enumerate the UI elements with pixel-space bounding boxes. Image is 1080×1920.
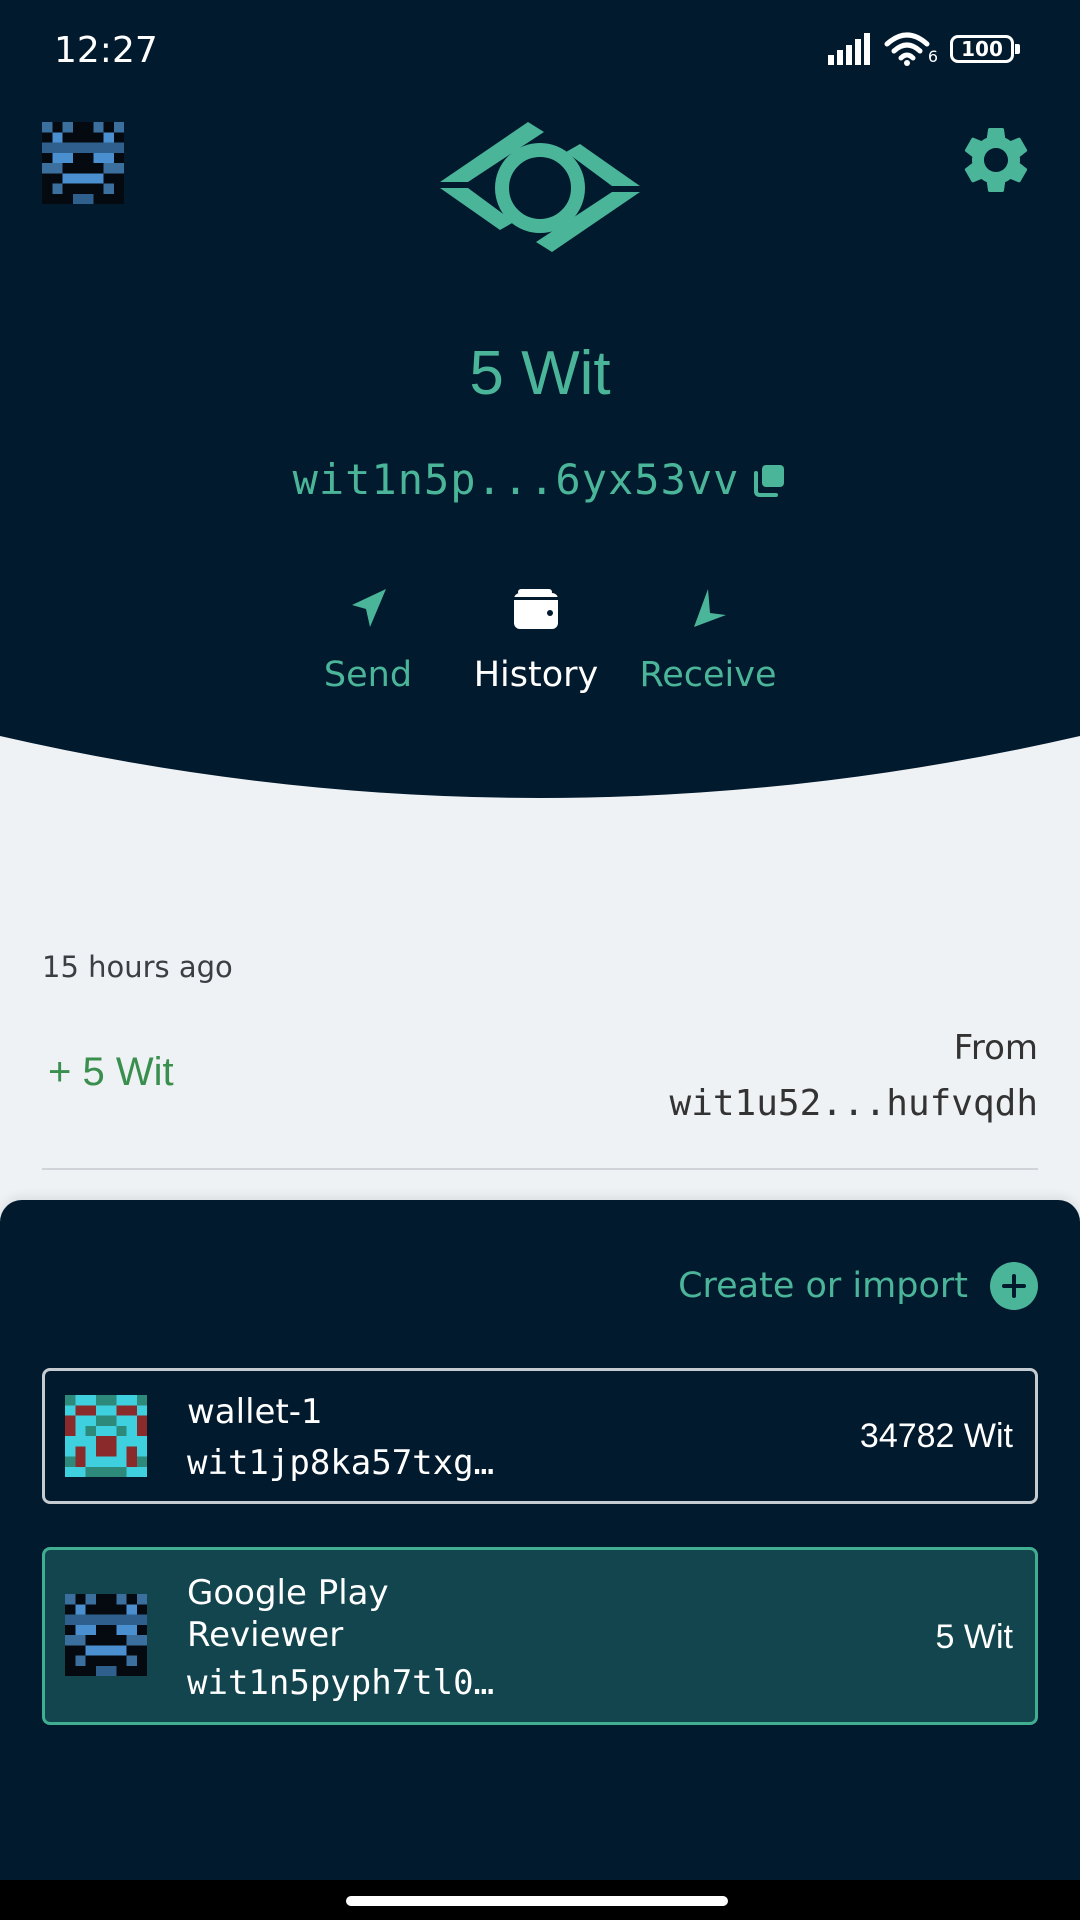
transaction-from-label: From: [953, 1028, 1038, 1068]
address-row: wit1n5p...6yx53vv: [0, 455, 1080, 504]
account-avatar[interactable]: [42, 122, 124, 204]
wallet-balance: 5 Wit: [935, 1618, 1013, 1656]
wallet-address: wit1n5pyph7tl0…: [187, 1663, 495, 1703]
status-time: 12:27: [54, 30, 158, 71]
receive-icon: [694, 589, 726, 627]
receive-button[interactable]: Receive: [618, 585, 798, 695]
wallet-card-google-play-reviewer[interactable]: Google Play Reviewer wit1n5pyph7tl0… 5 W…: [42, 1547, 1038, 1725]
create-or-import-button[interactable]: Create or import: [678, 1262, 1038, 1310]
wallet-balance: 5 Wit: [469, 339, 611, 408]
wallet-balance: 34782 Wit: [859, 1417, 1013, 1455]
home-indicator[interactable]: [346, 1896, 728, 1906]
wallet-name: wallet-1: [187, 1392, 323, 1432]
send-button[interactable]: Send: [278, 585, 458, 695]
wifi-badge: 6: [927, 46, 938, 66]
send-label: Send: [323, 655, 413, 695]
create-or-import-label: Create or import: [678, 1266, 968, 1306]
wallet-name: Google Play Reviewer: [187, 1573, 389, 1655]
receive-label: Receive: [639, 655, 777, 695]
copy-icon[interactable]: [751, 462, 787, 498]
send-icon: [352, 589, 386, 627]
wallet-avatar: [65, 1395, 147, 1477]
wallet-icon: [514, 589, 558, 629]
plus-icon[interactable]: [990, 1262, 1038, 1310]
transaction-time: 15 hours ago: [42, 950, 233, 984]
history-button[interactable]: History: [446, 585, 626, 695]
history-label: History: [473, 655, 599, 695]
wallet-card-wallet-1[interactable]: wallet-1 wit1jp8ka57txg… 34782 Wit: [42, 1368, 1038, 1504]
transaction-from-address: wit1u52...hufvqdh: [669, 1083, 1038, 1124]
navigation-bar: [0, 1880, 1080, 1920]
logo-icon: [440, 122, 640, 252]
transaction-amount: + 5 Wit: [48, 1050, 174, 1094]
action-bar: Send History Receive: [0, 585, 1080, 705]
wallet-address[interactable]: wit1n5p...6yx53vv: [293, 455, 740, 504]
wallet-address: wit1jp8ka57txg…: [187, 1443, 495, 1483]
status-bar: 12:27 6 100: [0, 0, 1080, 100]
wifi-icon: [884, 32, 930, 66]
wallets-sheet: Create or import wallet-1 wit1jp8ka57txg…: [0, 1200, 1080, 1880]
settings-gear-icon[interactable]: [956, 120, 1036, 200]
transaction-divider: [42, 1168, 1038, 1170]
wallet-avatar: [65, 1594, 147, 1676]
battery-icon: 100: [950, 35, 1020, 63]
status-icons: 6 100: [827, 32, 1020, 66]
signal-icon: [827, 33, 870, 65]
wallet-header: 12:27 6 100 5 Wit wit1n5p...6yx53vv Send…: [0, 0, 1080, 810]
